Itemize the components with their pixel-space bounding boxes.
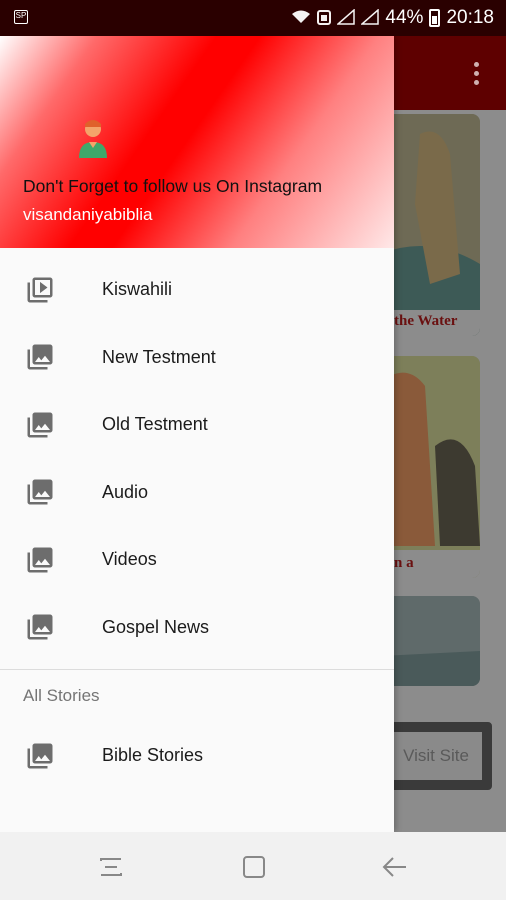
sim-icon: SP (14, 10, 28, 24)
wifi-icon (291, 9, 311, 28)
back-icon[interactable] (380, 852, 410, 882)
menu-item-label: Videos (102, 549, 157, 570)
menu-item-videos[interactable]: Videos (0, 526, 394, 594)
system-navigation-bar (0, 832, 506, 900)
story-card-3[interactable] (380, 596, 480, 686)
menu-item-kiswahili[interactable]: Kiswahili (0, 256, 394, 324)
video-library-icon (27, 277, 53, 303)
menu-item-old-testment[interactable]: Old Testment (0, 391, 394, 459)
story-card-1[interactable]: the Water (380, 114, 480, 336)
battery-percentage: 44% (385, 7, 424, 28)
recent-apps-icon[interactable] (97, 852, 127, 882)
menu-item-gospel-news[interactable]: Gospel News (0, 594, 394, 662)
section-title-all-stories: All Stories (23, 686, 100, 705)
photo-library-icon (27, 479, 53, 505)
data-icon (317, 9, 332, 28)
photo-library-icon (27, 547, 53, 573)
avatar-icon (79, 120, 107, 158)
story-image-3 (380, 596, 480, 686)
header-title: Don't Forget to follow us On Instagram (23, 176, 323, 196)
menu-item-bible-stories[interactable]: Bible Stories (0, 722, 394, 790)
battery-icon (429, 9, 441, 27)
signal-icon-1 (336, 7, 356, 28)
story-caption-2: n a (394, 555, 414, 571)
story-caption-1: the Water (394, 313, 458, 329)
status-bar: SP 44% 20:18 (0, 0, 506, 36)
menu-item-label: New Testment (102, 346, 216, 367)
drawer-menu: Kiswahili New Testment Old Testment Audi… (0, 248, 394, 661)
menu-item-label: Old Testment (102, 414, 208, 435)
menu-item-label: Bible Stories (102, 745, 204, 766)
menu-item-audio[interactable]: Audio (0, 459, 394, 527)
photo-library-icon (27, 412, 53, 438)
story-image-2 (380, 356, 480, 578)
photo-library-icon (27, 614, 53, 640)
story-image-1 (380, 114, 480, 336)
story-card-2[interactable]: n a (380, 356, 480, 578)
menu-item-label: Kiswahili (102, 279, 173, 300)
photo-library-icon (27, 743, 53, 769)
menu-item-label: Audio (102, 481, 149, 502)
visit-site-button[interactable]: Visit Site (380, 722, 492, 790)
overflow-menu-icon[interactable] (474, 62, 480, 86)
stories-menu: Bible Stories (0, 722, 394, 790)
menu-item-label: Gospel News (102, 616, 210, 637)
photo-library-icon (27, 344, 53, 370)
menu-item-new-testment[interactable]: New Testment (0, 324, 394, 392)
signal-icon-2 (360, 7, 380, 28)
visit-site-label: Visit Site (390, 732, 482, 780)
header-subtitle[interactable]: visandaniyabiblia (23, 205, 152, 225)
home-icon[interactable] (239, 852, 269, 882)
navigation-drawer: Don't Forget to follow us On Instagram v… (0, 36, 394, 832)
clock: 20:18 (446, 7, 494, 28)
drawer-header: Don't Forget to follow us On Instagram v… (0, 36, 394, 248)
